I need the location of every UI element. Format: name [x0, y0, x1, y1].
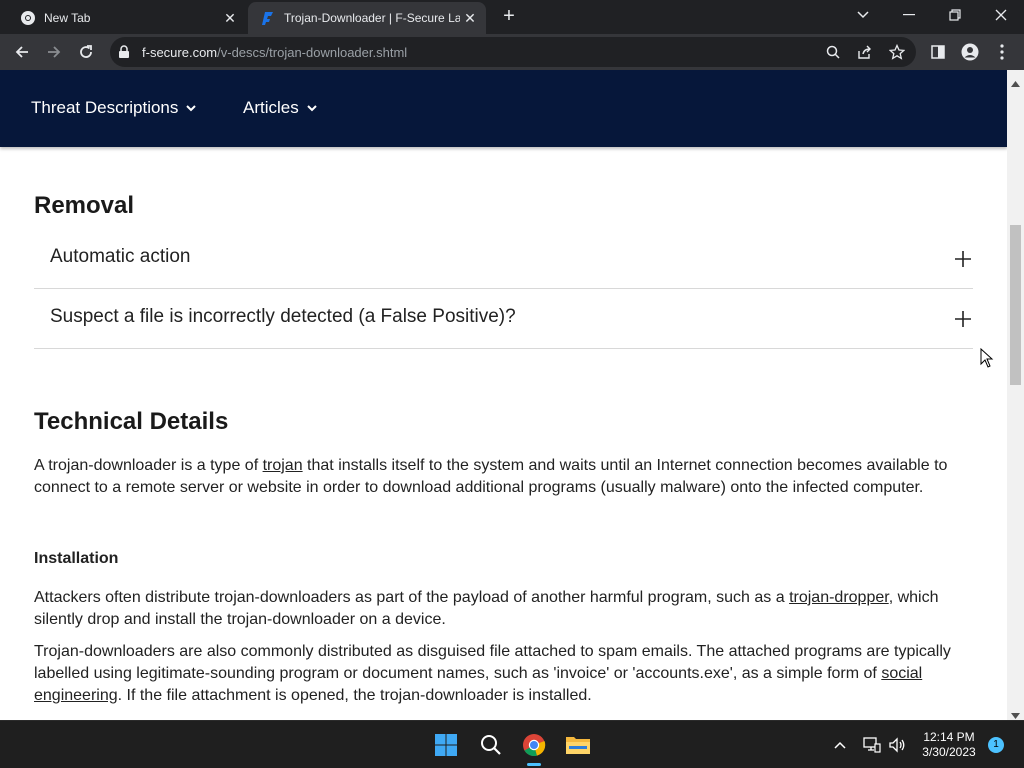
tab-title: New Tab: [44, 11, 91, 25]
volume-icon[interactable]: [887, 735, 907, 755]
url-text: f-secure.com/v-descs/trojan-downloader.s…: [142, 45, 407, 60]
bookmark-star-icon[interactable]: [888, 43, 906, 61]
accordion-false-positive[interactable]: Suspect a file is incorrectly detected (…: [34, 289, 973, 349]
share-icon[interactable]: [856, 43, 874, 61]
tab-new-tab[interactable]: New Tab ✕: [8, 2, 246, 34]
page-viewport: Threat Descriptions Articles Removal Aut…: [0, 70, 1024, 720]
removal-heading: Removal: [34, 192, 135, 219]
intro-text-before: A trojan-downloader is a type of: [34, 457, 263, 474]
nav-articles[interactable]: Articles: [243, 98, 317, 118]
tab-strip: New Tab ✕ Trojan-Downloader | F-Secure L…: [0, 0, 1024, 34]
plus-icon[interactable]: [953, 309, 973, 329]
close-window-icon[interactable]: [978, 0, 1024, 30]
menu-icon[interactable]: [988, 38, 1016, 66]
new-tab-button[interactable]: +: [498, 6, 520, 28]
scroll-up-icon[interactable]: [1011, 74, 1020, 92]
windows-taskbar: 12:14 PM 3/30/2023 1: [0, 720, 1024, 768]
close-tab-icon[interactable]: ✕: [220, 8, 240, 28]
url-path: /v-descs/trojan-downloader.shtml: [217, 45, 408, 60]
system-clock[interactable]: 12:14 PM 3/30/2023: [916, 730, 982, 760]
notification-badge[interactable]: 1: [988, 737, 1004, 753]
close-tab-icon[interactable]: ✕: [460, 8, 480, 28]
site-navigation: Threat Descriptions Articles: [0, 70, 1007, 147]
tab-trojan-downloader[interactable]: Trojan-Downloader | F-Secure La ✕: [248, 2, 486, 34]
tab-title: Trojan-Downloader | F-Secure La: [284, 11, 460, 25]
p2-text-after: . If the file attachment is opened, the …: [117, 687, 592, 704]
trojan-link[interactable]: trojan: [263, 457, 303, 474]
search-icon[interactable]: [475, 729, 507, 761]
forward-button[interactable]: [40, 38, 68, 66]
address-bar[interactable]: f-secure.com/v-descs/trojan-downloader.s…: [110, 37, 916, 67]
active-app-indicator: [527, 763, 541, 766]
scrollbar-thumb[interactable]: [1010, 225, 1021, 385]
mouse-cursor-icon: [980, 347, 994, 373]
chevron-down-icon: [307, 104, 317, 112]
clock-date: 3/30/2023: [922, 745, 976, 759]
file-explorer-icon[interactable]: [562, 729, 594, 761]
url-host: f-secure.com: [142, 45, 218, 60]
restore-icon[interactable]: [932, 0, 978, 30]
zoom-search-icon[interactable]: [824, 43, 842, 61]
p2-text-before: Trojan-downloaders are also commonly dis…: [34, 643, 951, 682]
chrome-icon: [20, 10, 36, 26]
accordion-automatic-action[interactable]: Automatic action: [34, 229, 973, 289]
nav-item-label: Threat Descriptions: [31, 98, 179, 117]
installation-heading: Installation: [34, 550, 119, 567]
accordion-label: Suspect a file is incorrectly detected (…: [50, 306, 516, 327]
installation-paragraph-2: Trojan-downloaders are also commonly dis…: [34, 641, 966, 707]
nav-item-label: Articles: [243, 98, 299, 117]
scroll-down-icon[interactable]: [1011, 706, 1020, 720]
technical-details-heading: Technical Details: [34, 408, 229, 435]
p1-text-before: Attackers often distribute trojan-downlo…: [34, 589, 790, 606]
reload-button[interactable]: [72, 38, 100, 66]
minimize-icon[interactable]: [886, 0, 932, 30]
f-secure-icon: [260, 10, 276, 26]
clock-time: 12:14 PM: [923, 730, 975, 744]
lock-icon[interactable]: [118, 45, 130, 64]
installation-paragraph-1: Attackers often distribute trojan-downlo…: [34, 587, 966, 631]
browser-toolbar: f-secure.com/v-descs/trojan-downloader.s…: [0, 34, 1024, 70]
side-panel-icon[interactable]: [924, 38, 952, 66]
windows-start-icon[interactable]: [430, 729, 462, 761]
chrome-taskbar-icon[interactable]: [518, 729, 550, 761]
back-button[interactable]: [8, 38, 36, 66]
chevron-up-icon[interactable]: [830, 735, 850, 755]
nav-threat-descriptions[interactable]: Threat Descriptions: [31, 98, 197, 118]
profile-icon[interactable]: [956, 38, 984, 66]
intro-paragraph: A trojan-downloader is a type of trojan …: [34, 455, 966, 499]
network-icon[interactable]: [862, 735, 882, 755]
plus-icon[interactable]: [953, 249, 973, 269]
trojan-dropper-link[interactable]: trojan-dropper: [789, 589, 889, 606]
page-scrollbar[interactable]: [1007, 70, 1024, 720]
tab-search-icon[interactable]: [840, 0, 886, 30]
accordion-label: Automatic action: [50, 246, 191, 267]
chevron-down-icon: [186, 104, 197, 112]
